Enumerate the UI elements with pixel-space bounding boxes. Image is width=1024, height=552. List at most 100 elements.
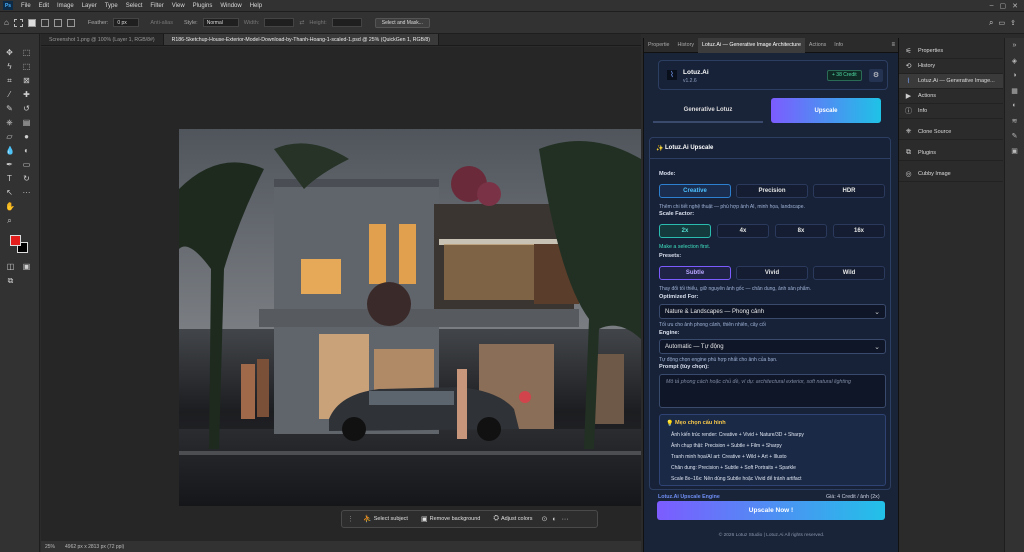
tab-actions[interactable]: Actions [805, 38, 830, 53]
doc-tab[interactable]: Screenshot 1.png @ 100% (Layer 1, RGB/8#… [41, 34, 164, 45]
minimize-icon[interactable]: – [990, 2, 994, 10]
share-icon[interactable]: ⇪ [1010, 19, 1016, 27]
maximize-icon[interactable]: ▢ [1000, 2, 1007, 10]
style-select[interactable]: Normal [202, 18, 239, 27]
dock-cubby-image[interactable]: ◎ Cubby Image [899, 167, 1003, 182]
healing-tool-icon[interactable]: ✚ [22, 90, 31, 99]
brush-tool-icon[interactable]: ✎ [5, 104, 14, 113]
menu-file[interactable]: File [17, 3, 35, 9]
menu-type[interactable]: Type [101, 3, 122, 9]
layers-icon[interactable]: ◈ [1005, 53, 1024, 68]
path-select-icon[interactable]: ↖ [5, 188, 14, 197]
contrast-icon[interactable]: ◐ [552, 516, 556, 523]
drag-handle-icon[interactable]: ⋮ [347, 515, 354, 523]
menu-layer[interactable]: Layer [78, 3, 101, 9]
optimized-for-select[interactable]: Nature & Landscapes — Phong cảnh ⌄ [659, 304, 886, 319]
menu-plugins[interactable]: Plugins [189, 3, 217, 9]
remove-background-button[interactable]: ▣ Remove background [417, 513, 484, 525]
dodge-tool-icon[interactable]: ● [22, 132, 31, 141]
dock-actions[interactable]: ▶ Actions [899, 89, 1003, 104]
crop-tool-icon[interactable]: ⌗ [5, 76, 14, 85]
text-tool-icon[interactable]: T [5, 174, 14, 183]
more-tools-icon[interactable]: ··· [22, 188, 31, 197]
preset-wild-button[interactable]: Wild [813, 266, 885, 280]
more-icon[interactable]: ··· [562, 516, 569, 523]
height-input[interactable] [331, 18, 362, 27]
zoom-level[interactable]: 25% [45, 544, 55, 550]
foreground-color-swatch[interactable] [10, 235, 21, 246]
intersect-selection-icon[interactable] [66, 18, 75, 27]
adjustments-icon[interactable]: ◐ [1005, 98, 1024, 113]
gradient-tool-icon[interactable]: ▤ [22, 118, 31, 127]
history-brush-icon[interactable]: ↺ [22, 104, 31, 113]
width-input[interactable] [264, 18, 295, 27]
screen-mode-icon[interactable]: ▣ [22, 262, 31, 271]
tab-lotuz[interactable]: Lotuz.Ai — Generative Image Architecture [697, 37, 805, 53]
sponge-tool-icon[interactable]: ◐ [22, 146, 31, 155]
pen-tool-icon[interactable]: ✒ [5, 160, 14, 169]
marquee-tool-icon[interactable] [13, 18, 23, 27]
shape-tool-icon[interactable]: ▭ [22, 160, 31, 169]
subtract-selection-icon[interactable] [53, 18, 62, 27]
scale-2x-button[interactable]: 2x [659, 224, 711, 238]
scale-8x-button[interactable]: 8x [775, 224, 827, 238]
edit-toolbar-icon[interactable]: ⧉ [6, 276, 15, 285]
house-render-image[interactable] [179, 129, 641, 506]
preset-subtle-button[interactable]: Subtle [659, 266, 731, 280]
dock-properties[interactable]: ⚟ Properties [899, 44, 1003, 59]
channels-icon[interactable]: ≋ [1005, 113, 1024, 128]
lock-icon[interactable]: ⊙ [541, 515, 547, 523]
close-icon[interactable]: ✕ [1012, 2, 1018, 10]
tab-upscale[interactable]: Upscale [771, 98, 881, 123]
rotate-view-icon[interactable]: ↻ [22, 174, 31, 183]
doc-tab-active[interactable]: R186-Sketchup-House-Exterior-Model-Downl… [163, 34, 440, 45]
swatches-icon[interactable]: ▦ [1005, 83, 1024, 98]
frame-tool-icon[interactable]: ⊠ [22, 76, 31, 85]
mode-creative-button[interactable]: Creative [659, 184, 731, 198]
menu-select[interactable]: Select [122, 3, 147, 9]
tab-info[interactable]: Info [830, 38, 847, 53]
tab-history[interactable]: History [674, 38, 698, 53]
quick-mask-icon[interactable]: ◫ [6, 262, 15, 271]
antialias-checkbox[interactable]: Anti-alias [150, 20, 173, 26]
clone-tool-icon[interactable]: ⎈ [5, 118, 14, 127]
add-selection-icon[interactable] [40, 18, 49, 27]
marquee-tool-icon[interactable]: ⬚ [22, 48, 31, 57]
libraries-icon[interactable]: ▣ [1005, 143, 1024, 158]
dock-lotuz[interactable]: ⌇ Lotuz.Ai — Generative Image... [899, 74, 1003, 89]
eraser-tool-icon[interactable]: ▱ [5, 132, 14, 141]
preset-vivid-button[interactable]: Vivid [736, 266, 808, 280]
menu-view[interactable]: View [168, 3, 189, 9]
scale-16x-button[interactable]: 16x [833, 224, 885, 238]
dock-plugins[interactable]: ⧉ Plugins [899, 146, 1003, 161]
workspace-icon[interactable]: ▭ [999, 19, 1006, 27]
paths-icon[interactable]: ✎ [1005, 128, 1024, 143]
menu-help[interactable]: Help [246, 3, 266, 9]
engine-select[interactable]: Automatic — Tự động ⌄ [659, 339, 886, 354]
swap-icon[interactable]: ⇄ [299, 19, 304, 26]
tab-generative-lotuz[interactable]: Generative Lotuz [653, 99, 763, 123]
mode-precision-button[interactable]: Precision [736, 184, 808, 198]
dock-info[interactable]: ⓘ Info [899, 104, 1003, 119]
object-select-icon[interactable]: ⬚ [22, 62, 31, 71]
search-icon[interactable]: ⌕ [989, 18, 993, 28]
upscale-now-button[interactable]: Upscale Now ! [657, 501, 885, 520]
select-and-mask-button[interactable]: Select and Mask... [374, 17, 430, 28]
mode-hdr-button[interactable]: HDR [813, 184, 885, 198]
blur-tool-icon[interactable]: 💧 [5, 146, 15, 155]
move-tool-icon[interactable]: ✥ [5, 48, 14, 57]
menu-filter[interactable]: Filter [146, 3, 167, 9]
menu-edit[interactable]: Edit [35, 3, 53, 9]
eyedropper-tool-icon[interactable]: ⁄ [5, 90, 14, 99]
settings-icon[interactable]: ⚙ [869, 69, 883, 82]
panel-menu-icon[interactable]: ≡ [891, 42, 895, 48]
dock-history[interactable]: ⟲ History [899, 59, 1003, 74]
menu-window[interactable]: Window [216, 3, 245, 9]
new-selection-icon[interactable] [27, 18, 36, 27]
menu-image[interactable]: Image [53, 3, 78, 9]
scale-4x-button[interactable]: 4x [717, 224, 769, 238]
color-icon[interactable]: ◑ [1005, 68, 1024, 83]
adjust-colors-button[interactable]: ⛭ Adjust colors [489, 513, 536, 525]
lasso-tool-icon[interactable]: ϟ [5, 62, 14, 71]
home-icon[interactable]: ⌂ [4, 18, 9, 27]
